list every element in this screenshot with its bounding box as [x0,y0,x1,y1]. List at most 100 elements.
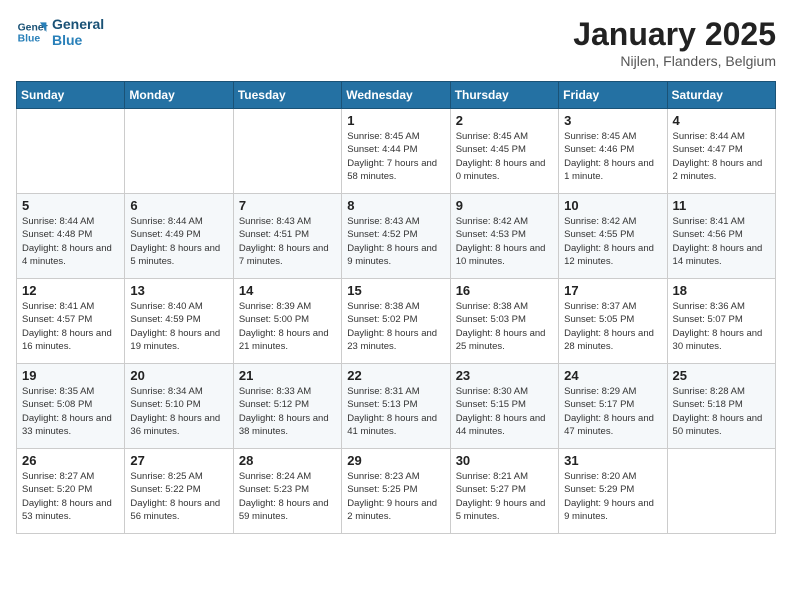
day-number: 22 [347,368,444,383]
day-number: 21 [239,368,336,383]
day-number: 19 [22,368,119,383]
title-block: January 2025 Nijlen, Flanders, Belgium [573,16,776,69]
day-info: Sunrise: 8:40 AM Sunset: 4:59 PM Dayligh… [130,300,227,353]
day-number: 1 [347,113,444,128]
day-number: 2 [456,113,553,128]
day-info: Sunrise: 8:38 AM Sunset: 5:02 PM Dayligh… [347,300,444,353]
day-info: Sunrise: 8:41 AM Sunset: 4:56 PM Dayligh… [673,215,770,268]
day-info: Sunrise: 8:41 AM Sunset: 4:57 PM Dayligh… [22,300,119,353]
day-info: Sunrise: 8:44 AM Sunset: 4:48 PM Dayligh… [22,215,119,268]
day-number: 7 [239,198,336,213]
calendar-day-7: 7 Sunrise: 8:43 AM Sunset: 4:51 PM Daylig… [233,194,341,279]
calendar-day-17: 17 Sunrise: 8:37 AM Sunset: 5:05 PM Dayli… [559,279,667,364]
calendar-day-22: 22Sunrise: 8:31 AM Sunset: 5:13 PM Dayli… [342,364,450,449]
day-info: Sunrise: 8:28 AM Sunset: 5:18 PM Dayligh… [673,385,770,438]
calendar-week-row: 12 Sunrise: 8:41 AM Sunset: 4:57 PM Dayli… [17,279,776,364]
day-number: 25 [673,368,770,383]
day-number: 15 [347,283,444,298]
calendar-day-16: 16 Sunrise: 8:38 AM Sunset: 5:03 PM Dayli… [450,279,558,364]
day-info: Sunrise: 8:36 AM Sunset: 5:07 PM Dayligh… [673,300,770,353]
day-info: Sunrise: 8:44 AM Sunset: 4:49 PM Dayligh… [130,215,227,268]
weekday-header-sunday: Sunday [17,82,125,109]
day-number: 28 [239,453,336,468]
day-number: 5 [22,198,119,213]
day-number: 23 [456,368,553,383]
calendar-day-1: 1 Sunrise: 8:45 AM Sunset: 4:44 PM Daylig… [342,109,450,194]
day-info: Sunrise: 8:20 AM Sunset: 5:29 PM Dayligh… [564,470,661,523]
logo-icon: General Blue [16,16,48,48]
calendar-week-row: 1 Sunrise: 8:45 AM Sunset: 4:44 PM Daylig… [17,109,776,194]
day-info: Sunrise: 8:25 AM Sunset: 5:22 PM Dayligh… [130,470,227,523]
day-info: Sunrise: 8:45 AM Sunset: 4:46 PM Dayligh… [564,130,661,183]
page-header: General Blue General Blue January 2025 N… [16,16,776,69]
calendar-day-4: 4 Sunrise: 8:44 AM Sunset: 4:47 PM Daylig… [667,109,775,194]
calendar-day-18: 18Sunrise: 8:36 AM Sunset: 5:07 PM Dayli… [667,279,775,364]
calendar-day-20: 20 Sunrise: 8:34 AM Sunset: 5:10 PM Dayli… [125,364,233,449]
calendar-day-27: 27 Sunrise: 8:25 AM Sunset: 5:22 PM Dayli… [125,449,233,534]
day-number: 9 [456,198,553,213]
day-number: 8 [347,198,444,213]
weekday-header-saturday: Saturday [667,82,775,109]
calendar-day-19: 19 Sunrise: 8:35 AM Sunset: 5:08 PM Dayli… [17,364,125,449]
day-info: Sunrise: 8:29 AM Sunset: 5:17 PM Dayligh… [564,385,661,438]
day-number: 27 [130,453,227,468]
day-info: Sunrise: 8:44 AM Sunset: 4:47 PM Dayligh… [673,130,770,183]
day-number: 26 [22,453,119,468]
day-number: 14 [239,283,336,298]
calendar-day-21: 21 Sunrise: 8:33 AM Sunset: 5:12 PM Dayli… [233,364,341,449]
day-info: Sunrise: 8:38 AM Sunset: 5:03 PM Dayligh… [456,300,553,353]
day-number: 4 [673,113,770,128]
calendar-day-2: 2Sunrise: 8:45 AM Sunset: 4:45 PM Daylig… [450,109,558,194]
calendar-title: January 2025 [573,16,776,53]
day-info: Sunrise: 8:42 AM Sunset: 4:55 PM Dayligh… [564,215,661,268]
logo-line2: Blue [52,32,104,48]
calendar-day-10: 10 Sunrise: 8:42 AM Sunset: 4:55 PM Dayli… [559,194,667,279]
day-info: Sunrise: 8:21 AM Sunset: 5:27 PM Dayligh… [456,470,553,523]
weekday-header-tuesday: Tuesday [233,82,341,109]
calendar-day-14: 14 Sunrise: 8:39 AM Sunset: 5:00 PM Dayli… [233,279,341,364]
day-number: 6 [130,198,227,213]
day-info: Sunrise: 8:23 AM Sunset: 5:25 PM Dayligh… [347,470,444,523]
calendar-day-11: 11 Sunrise: 8:41 AM Sunset: 4:56 PM Dayli… [667,194,775,279]
day-number: 20 [130,368,227,383]
day-number: 3 [564,113,661,128]
calendar-day-31: 31 Sunrise: 8:20 AM Sunset: 5:29 PM Dayli… [559,449,667,534]
day-info: Sunrise: 8:37 AM Sunset: 5:05 PM Dayligh… [564,300,661,353]
logo-line1: General [52,16,104,32]
day-info: Sunrise: 8:34 AM Sunset: 5:10 PM Dayligh… [130,385,227,438]
day-info: Sunrise: 8:45 AM Sunset: 4:44 PM Dayligh… [347,130,444,183]
calendar-day-26: 26 Sunrise: 8:27 AM Sunset: 5:20 PM Dayli… [17,449,125,534]
day-info: Sunrise: 8:39 AM Sunset: 5:00 PM Dayligh… [239,300,336,353]
day-number: 13 [130,283,227,298]
day-number: 12 [22,283,119,298]
day-number: 11 [673,198,770,213]
svg-text:Blue: Blue [18,34,41,45]
calendar-day-15: 15 Sunrise: 8:38 AM Sunset: 5:02 PM Dayli… [342,279,450,364]
day-number: 10 [564,198,661,213]
calendar-day-29: 29 Sunrise: 8:23 AM Sunset: 5:25 PM Dayli… [342,449,450,534]
day-number: 16 [456,283,553,298]
day-info: Sunrise: 8:42 AM Sunset: 4:53 PM Dayligh… [456,215,553,268]
day-number: 17 [564,283,661,298]
day-info: Sunrise: 8:24 AM Sunset: 5:23 PM Dayligh… [239,470,336,523]
calendar-day-3: 3 Sunrise: 8:45 AM Sunset: 4:46 PM Daylig… [559,109,667,194]
day-number: 31 [564,453,661,468]
calendar-day-25: 25 Sunrise: 8:28 AM Sunset: 5:18 PM Dayli… [667,364,775,449]
day-info: Sunrise: 8:35 AM Sunset: 5:08 PM Dayligh… [22,385,119,438]
day-number: 29 [347,453,444,468]
day-info: Sunrise: 8:43 AM Sunset: 4:51 PM Dayligh… [239,215,336,268]
day-info: Sunrise: 8:43 AM Sunset: 4:52 PM Dayligh… [347,215,444,268]
calendar-header-row: SundayMondayTuesdayWednesdayThursdayFrid… [17,82,776,109]
day-info: Sunrise: 8:27 AM Sunset: 5:20 PM Dayligh… [22,470,119,523]
calendar-week-row: 26 Sunrise: 8:27 AM Sunset: 5:20 PM Dayli… [17,449,776,534]
logo: General Blue General Blue [16,16,104,48]
calendar-empty-cell [17,109,125,194]
day-number: 24 [564,368,661,383]
calendar-empty-cell [125,109,233,194]
calendar-empty-cell [233,109,341,194]
calendar-day-5: 5 Sunrise: 8:44 AM Sunset: 4:48 PM Daylig… [17,194,125,279]
day-info: Sunrise: 8:33 AM Sunset: 5:12 PM Dayligh… [239,385,336,438]
calendar-empty-cell [667,449,775,534]
weekday-header-thursday: Thursday [450,82,558,109]
calendar-day-8: 8 Sunrise: 8:43 AM Sunset: 4:52 PM Daylig… [342,194,450,279]
